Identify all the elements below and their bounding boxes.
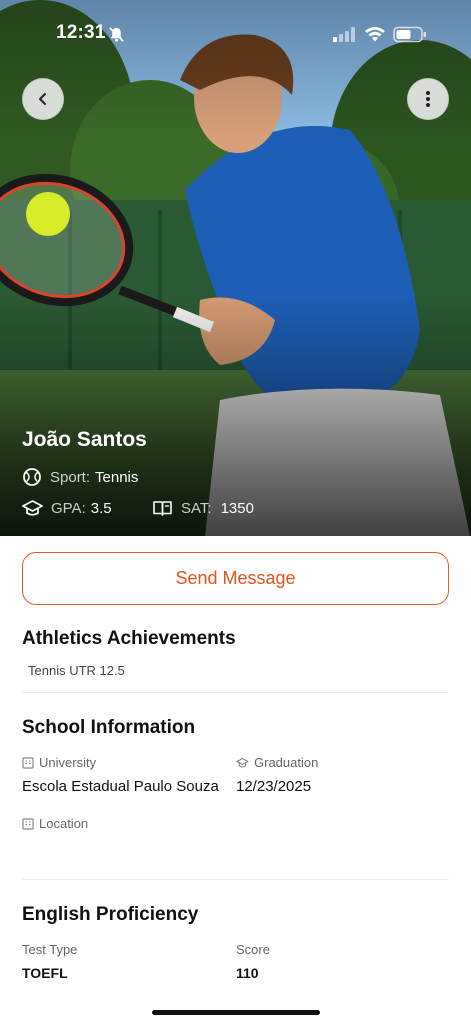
send-message-button[interactable]: Send Message: [22, 552, 449, 605]
back-chevron-icon: [39, 93, 46, 105]
graduation-label: Graduation: [254, 755, 319, 770]
sport-label: Sport:: [50, 468, 91, 486]
sat-label: SAT:: [181, 499, 212, 517]
tennis-ball-icon: [23, 468, 41, 486]
sport-value: Tennis: [95, 468, 139, 486]
score-label: Score: [236, 942, 270, 957]
athletics-title: Athletics Achievements: [22, 628, 236, 649]
divider: [22, 879, 449, 880]
gpa-row: GPA: 3.5: [22, 498, 112, 518]
sport-row: Sport: Tennis: [22, 467, 138, 487]
university-label-row: University: [22, 755, 96, 770]
english-proficiency-title: English Proficiency: [22, 904, 199, 925]
location-label-row: Location: [22, 816, 88, 831]
achievement-item: Tennis UTR 12.5: [28, 663, 125, 678]
home-indicator[interactable]: [152, 1010, 320, 1015]
book-icon: [153, 501, 172, 516]
status-bar: 12:31: [0, 0, 471, 70]
status-time: 12:31: [56, 22, 106, 43]
university-value: Escola Estadual Paulo Souza: [22, 778, 219, 795]
athlete-photo: [0, 0, 471, 536]
sat-value: 1350: [220, 499, 254, 517]
test-type-label: Test Type: [22, 942, 78, 957]
wifi-icon: [365, 27, 385, 42]
bell-slash-icon: [109, 27, 124, 42]
gpa-value: 3.5: [90, 499, 112, 517]
more-options-button[interactable]: [407, 78, 449, 120]
graduation-cap-icon: [22, 500, 43, 516]
graduation-label-row: Graduation: [236, 755, 318, 770]
sat-row: SAT: 1350: [152, 498, 254, 518]
test-type-value: TOEFL: [22, 965, 68, 981]
more-vertical-icon: [426, 91, 430, 107]
graduation-value: 12/23/2025: [236, 778, 312, 795]
building-icon: [22, 756, 34, 769]
battery-icon: [393, 26, 426, 43]
graduation-cap-icon: [236, 757, 249, 767]
athlete-hero: 12:31 João Santos Sport: Tennis GPA: 3.5…: [0, 0, 471, 536]
back-button[interactable]: [22, 78, 64, 120]
signal-icon: [333, 27, 355, 42]
school-info-title: School Information: [22, 717, 196, 738]
athlete-name: João Santos: [22, 428, 147, 451]
building-icon: [22, 817, 34, 830]
location-label: Location: [39, 816, 89, 831]
score-value: 110: [236, 965, 259, 981]
university-label: University: [39, 755, 97, 770]
divider: [22, 692, 449, 693]
gpa-label: GPA:: [51, 499, 86, 517]
